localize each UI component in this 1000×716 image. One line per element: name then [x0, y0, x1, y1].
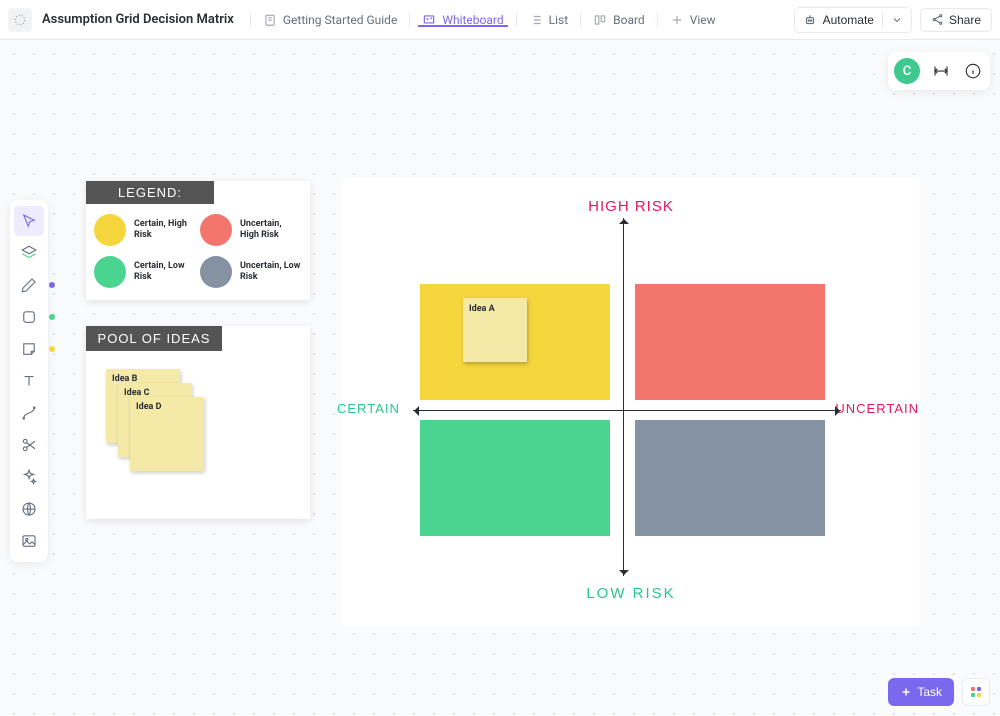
arrow-left-icon [409, 406, 419, 416]
user-avatar[interactable]: C [894, 58, 920, 84]
web-tool[interactable] [14, 494, 44, 524]
arrow-up-icon [619, 214, 629, 224]
pool-card[interactable]: POOL OF IDEAS Idea B Idea C Idea D [86, 326, 310, 519]
legend-swatch [200, 214, 232, 246]
tab-getting-started[interactable]: Getting Started Guide [250, 13, 409, 27]
axis-label-left: CERTAIN [337, 401, 400, 416]
legend-swatch [200, 256, 232, 288]
quadrant-uncertain-high-risk[interactable] [635, 284, 825, 400]
apps-grid-icon [971, 687, 981, 697]
horizontal-axis [413, 410, 841, 411]
decision-matrix[interactable]: HIGH RISK LOW RISK CERTAIN UNCERTAIN Ide… [343, 178, 919, 626]
layers-tool[interactable] [14, 238, 44, 268]
pool-title: POOL OF IDEAS [86, 326, 222, 351]
text-tool[interactable] [14, 366, 44, 396]
tab-label: List [549, 13, 569, 27]
legend-item: Uncertain, High Risk [200, 214, 302, 246]
sticky-note-tool[interactable] [14, 334, 44, 364]
chevron-down-icon [891, 14, 903, 26]
tab-label: Board [613, 13, 645, 27]
tab-add-view[interactable]: View [657, 13, 728, 27]
whiteboard-canvas[interactable]: C [0, 40, 1000, 716]
arrow-right-icon [835, 406, 845, 416]
robot-icon [803, 13, 817, 27]
color-dot [49, 282, 55, 288]
tab-label: View [690, 13, 716, 27]
color-dot [49, 346, 55, 352]
scissors-tool[interactable] [14, 430, 44, 460]
apps-button[interactable] [962, 678, 990, 706]
tab-label: Getting Started Guide [283, 13, 397, 27]
share-button[interactable]: Share [920, 8, 992, 32]
legend-swatch [94, 256, 126, 288]
legend-card[interactable]: LEGEND: Certain, High Risk Uncertain, Hi… [86, 181, 310, 300]
quadrant-certain-low-risk[interactable] [420, 420, 610, 536]
document-icon [8, 8, 32, 32]
tab-list[interactable]: List [516, 13, 581, 27]
tab-label: Whiteboard [442, 13, 503, 27]
arrow-down-icon [619, 570, 629, 580]
axis-label-right: UNCERTAIN [835, 401, 919, 416]
pen-tool[interactable] [14, 270, 44, 300]
quadrant-uncertain-low-risk[interactable] [635, 420, 825, 536]
tab-board[interactable]: Board [580, 13, 657, 27]
legend-item: Certain, Low Risk [94, 256, 196, 288]
info-icon[interactable] [962, 60, 984, 82]
plus-icon [900, 686, 912, 698]
shape-tool[interactable] [14, 302, 44, 332]
sticky-note[interactable]: Idea A [463, 298, 527, 362]
sticky-note[interactable]: Idea D [130, 397, 204, 471]
legend-title: LEGEND: [86, 181, 214, 204]
share-icon [931, 13, 944, 26]
legend-item: Uncertain, Low Risk [200, 256, 302, 288]
app-header: Assumption Grid Decision Matrix Getting … [0, 0, 1000, 40]
select-tool[interactable] [14, 206, 44, 236]
fit-width-icon[interactable] [930, 60, 952, 82]
axis-label-top: HIGH RISK [343, 198, 919, 215]
automate-button[interactable]: Automate [794, 7, 912, 33]
canvas-controls: C [888, 52, 990, 90]
legend-item: Certain, High Risk [94, 214, 196, 246]
new-task-button[interactable]: Task [888, 678, 954, 706]
vertical-axis [623, 218, 624, 576]
ai-tool[interactable] [14, 462, 44, 492]
drawing-toolbar [10, 200, 48, 562]
image-tool[interactable] [14, 526, 44, 556]
axis-label-bottom: LOW RISK [343, 585, 919, 602]
view-tabs: Getting Started Guide Whiteboard List Bo… [250, 13, 728, 27]
color-dot [49, 314, 55, 320]
connector-tool[interactable] [14, 398, 44, 428]
tab-whiteboard[interactable]: Whiteboard [409, 13, 515, 27]
legend-swatch [94, 214, 126, 246]
document-title[interactable]: Assumption Grid Decision Matrix [42, 12, 234, 27]
